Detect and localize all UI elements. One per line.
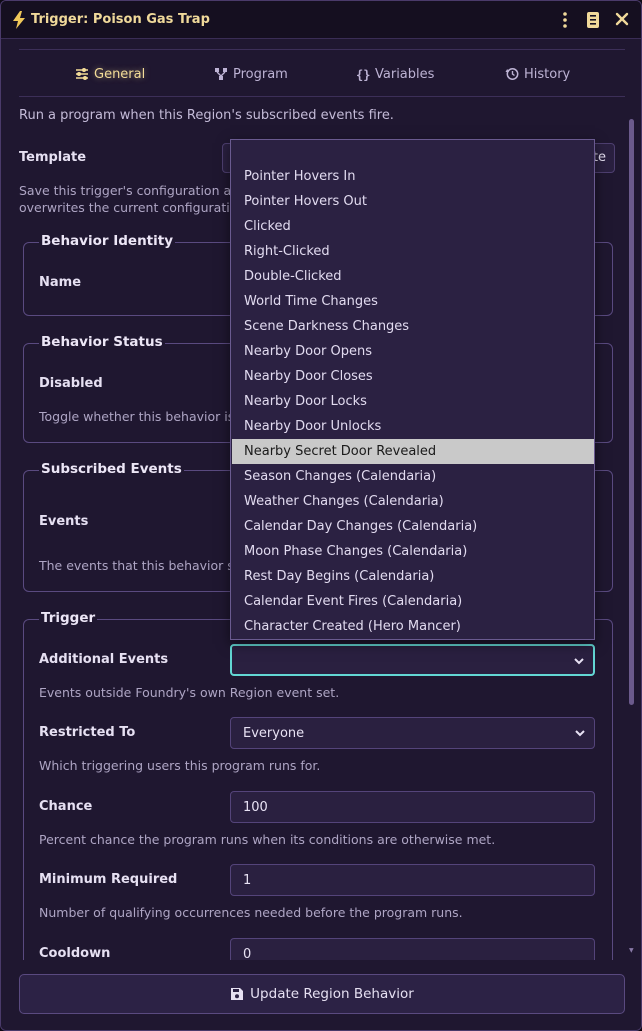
trigger-legend: Trigger [39, 610, 98, 626]
additional-events-select[interactable] [230, 644, 595, 676]
chance-label: Chance [39, 799, 93, 814]
dropdown-option[interactable]: Calendar Event Fires (Calendaria) [232, 589, 594, 614]
dropdown-option[interactable]: Moon Phase Changes (Calendaria) [232, 539, 594, 564]
minimum-required-hint: Number of qualifying occurrences needed … [39, 905, 463, 920]
events-label: Events [39, 514, 89, 529]
scroll-down-arrow[interactable]: ▼ [629, 947, 635, 954]
tab-variables-label: Variables [375, 66, 435, 82]
chance-value: 100 [243, 799, 268, 815]
chance-input[interactable]: 100 [230, 791, 595, 823]
dropdown-option[interactable]: Rest Day Begins (Calendaria) [232, 564, 594, 589]
restricted-to-label: Restricted To [39, 725, 136, 740]
cooldown-label: Cooldown [39, 946, 111, 961]
dropdown-option[interactable]: Nearby Door Closes [232, 364, 594, 389]
update-region-behavior-label: Update Region Behavior [250, 986, 414, 1002]
name-label: Name [39, 275, 82, 290]
tab-history[interactable]: History [505, 64, 570, 84]
document-icon[interactable] [585, 11, 601, 29]
dropdown-option[interactable]: Pointer Hovers In [232, 164, 594, 189]
dropdown-option[interactable]: World Time Changes [232, 289, 594, 314]
template-hint-line1: Save this trigger's configuration and [19, 183, 247, 198]
trigger-config-window: Trigger: Poison Gas Trap General Program… [0, 0, 642, 1031]
history-icon [505, 68, 519, 80]
braces-icon: {} [356, 68, 370, 81]
dropdown-option[interactable]: Double-Clicked [232, 264, 594, 289]
subscribed-events-legend: Subscribed Events [39, 461, 184, 477]
dropdown-option[interactable]: Right-Clicked [232, 239, 594, 264]
lightning-icon [13, 11, 25, 29]
scrollbar-thumb[interactable] [629, 119, 634, 705]
dropdown-option[interactable]: Weather Changes (Calendaria) [232, 489, 594, 514]
dropdown-option[interactable]: Scene Darkness Changes [232, 314, 594, 339]
dropdown-option[interactable]: Nearby Door Opens [232, 339, 594, 364]
additional-events-label: Additional Events [39, 652, 169, 667]
disabled-hint: Toggle whether this behavior is t [39, 409, 244, 424]
disabled-label: Disabled [39, 376, 103, 391]
tab-general[interactable]: General [75, 64, 145, 84]
cooldown-value: 0 [243, 947, 252, 960]
tab-variables[interactable]: {} Variables [356, 64, 434, 84]
dropdown-option[interactable]: Character Created (Hero Mancer) [232, 614, 594, 639]
intro-text: Run a program when this Region's subscri… [19, 108, 394, 123]
tab-general-label: General [94, 66, 146, 82]
dropdown-option[interactable]: Clicked [232, 214, 594, 239]
additional-events-dropdown: Pointer Hovers In Pointer Hovers Out Cli… [230, 139, 595, 640]
template-hint-line2: overwrites the current configuration [19, 200, 246, 215]
minimum-required-input[interactable]: 1 [230, 864, 595, 896]
tab-history-label: History [524, 66, 571, 82]
behavior-status-legend: Behavior Status [39, 334, 165, 350]
close-icon[interactable] [613, 10, 631, 28]
svg-text:{}: {} [356, 68, 370, 81]
more-options-icon[interactable] [558, 11, 572, 29]
chevron-down-icon [574, 658, 584, 665]
minimum-required-value: 1 [243, 872, 252, 888]
minimum-required-label: Minimum Required [39, 872, 178, 887]
window-title: Trigger: Poison Gas Trap [31, 12, 210, 27]
nodes-icon [215, 68, 227, 80]
dropdown-option-highlighted[interactable]: Nearby Secret Door Revealed [232, 439, 594, 464]
chevron-down-icon [575, 730, 585, 737]
dropdown-option[interactable]: Nearby Door Locks [232, 389, 594, 414]
additional-events-hint: Events outside Foundry's own Region even… [39, 685, 340, 700]
tab-program-label: Program [233, 66, 288, 82]
dropdown-option[interactable]: Nearby Door Unlocks [232, 414, 594, 439]
behavior-identity-legend: Behavior Identity [39, 233, 176, 249]
update-region-behavior-button[interactable]: Update Region Behavior [19, 974, 625, 1014]
restricted-to-select[interactable]: Everyone [230, 717, 595, 749]
save-icon [231, 988, 244, 1000]
tab-program[interactable]: Program [214, 64, 288, 84]
dropdown-option[interactable]: Pointer Hovers Out [232, 189, 594, 214]
dropdown-option[interactable]: Season Changes (Calendaria) [232, 464, 594, 489]
events-hint: The events that this behavior sub [39, 558, 250, 573]
restricted-to-value: Everyone [243, 725, 305, 741]
restricted-to-hint: Which triggering users this program runs… [39, 758, 321, 773]
sliders-icon [76, 68, 88, 80]
dropdown-option[interactable]: Calendar Day Changes (Calendaria) [232, 514, 594, 539]
title-bar: Trigger: Poison Gas Trap [1, 1, 641, 39]
cooldown-input[interactable]: 0 [230, 938, 595, 960]
chance-hint: Percent chance the program runs when its… [39, 832, 496, 847]
tab-bar: General Program {} Variables History [19, 49, 625, 97]
template-label: Template [19, 150, 87, 165]
